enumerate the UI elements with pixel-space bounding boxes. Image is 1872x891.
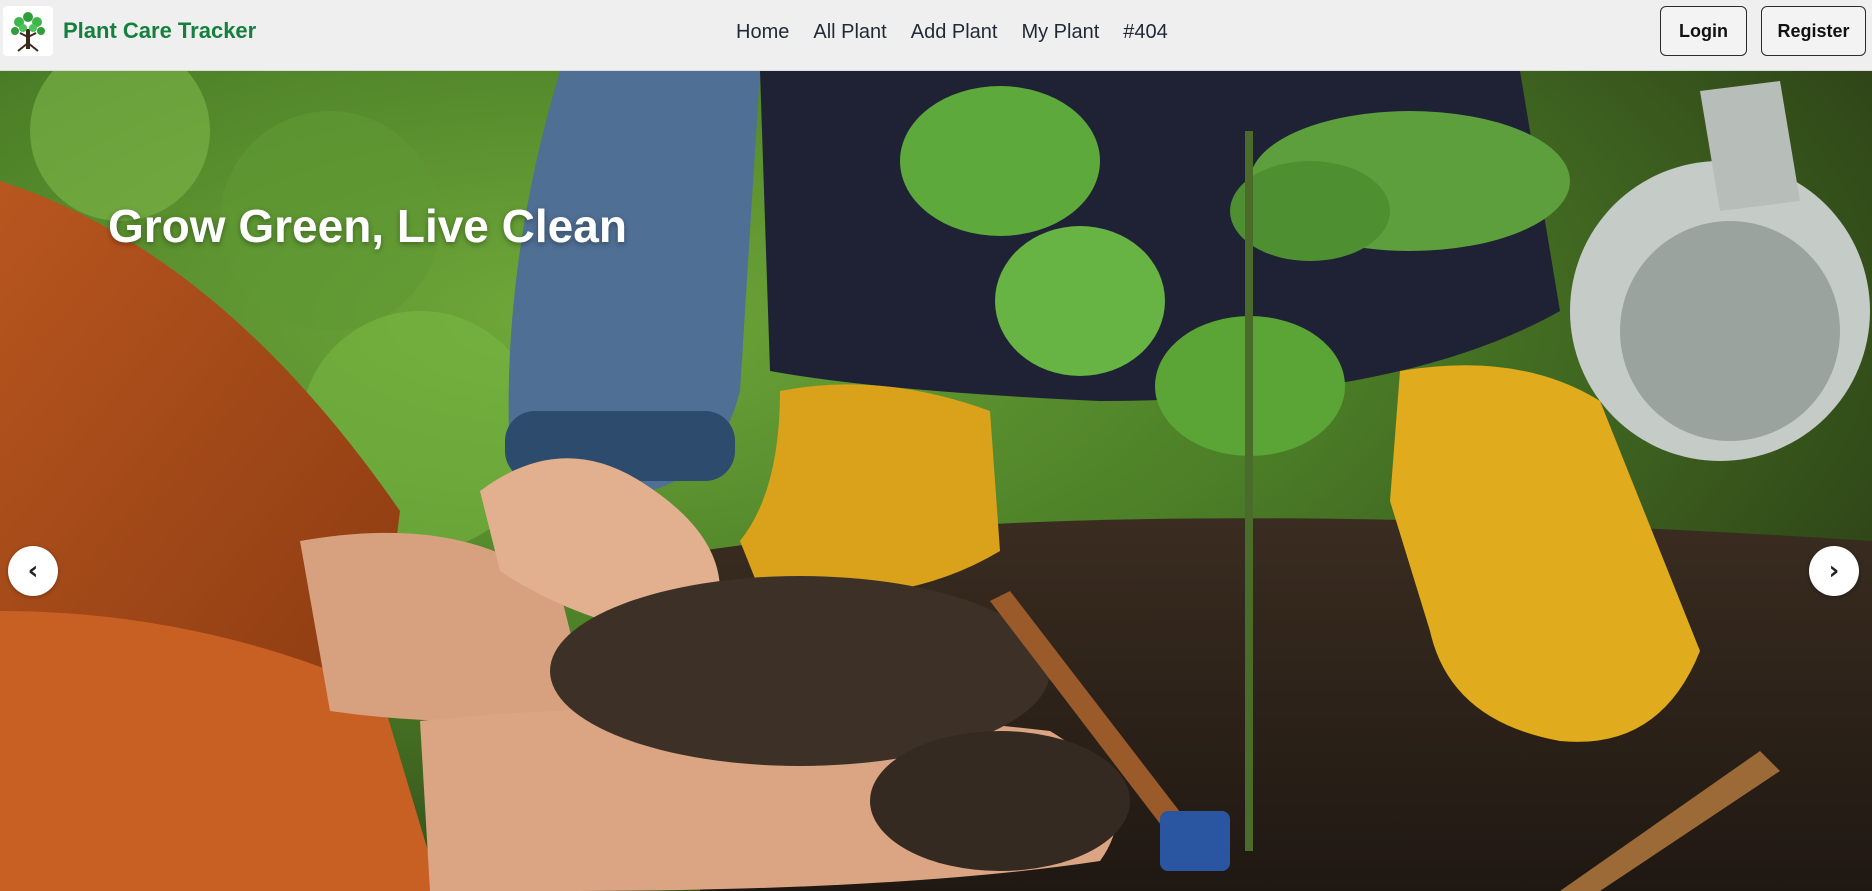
hero-carousel: Grow Green, Live Clean ‹ › [0, 71, 1872, 891]
nav-link-404[interactable]: #404 [1123, 21, 1168, 44]
nav-link-all-plant[interactable]: All Plant [813, 21, 886, 44]
brand-link[interactable]: Plant Care Tracker [3, 6, 256, 56]
auth-buttons: Login Register [1660, 6, 1866, 56]
hero-title: Grow Green, Live Clean [108, 200, 627, 252]
tree-icon [3, 6, 53, 56]
main-nav: Home All Plant Add Plant My Plant #404 [736, 0, 1168, 64]
chevron-left-icon: ‹ [27, 556, 39, 586]
carousel-next-button[interactable]: › [1809, 546, 1859, 596]
navbar: Plant Care Tracker Home All Plant Add Pl… [0, 0, 1872, 71]
chevron-right-icon: › [1828, 556, 1840, 586]
register-button[interactable]: Register [1761, 6, 1866, 56]
nav-link-add-plant[interactable]: Add Plant [911, 21, 998, 44]
brand-name: Plant Care Tracker [63, 18, 257, 43]
login-button[interactable]: Login [1660, 6, 1747, 56]
nav-link-my-plant[interactable]: My Plant [1021, 21, 1099, 44]
carousel-prev-button[interactable]: ‹ [8, 546, 58, 596]
nav-link-home[interactable]: Home [736, 21, 789, 44]
hero-image [0, 71, 1872, 891]
